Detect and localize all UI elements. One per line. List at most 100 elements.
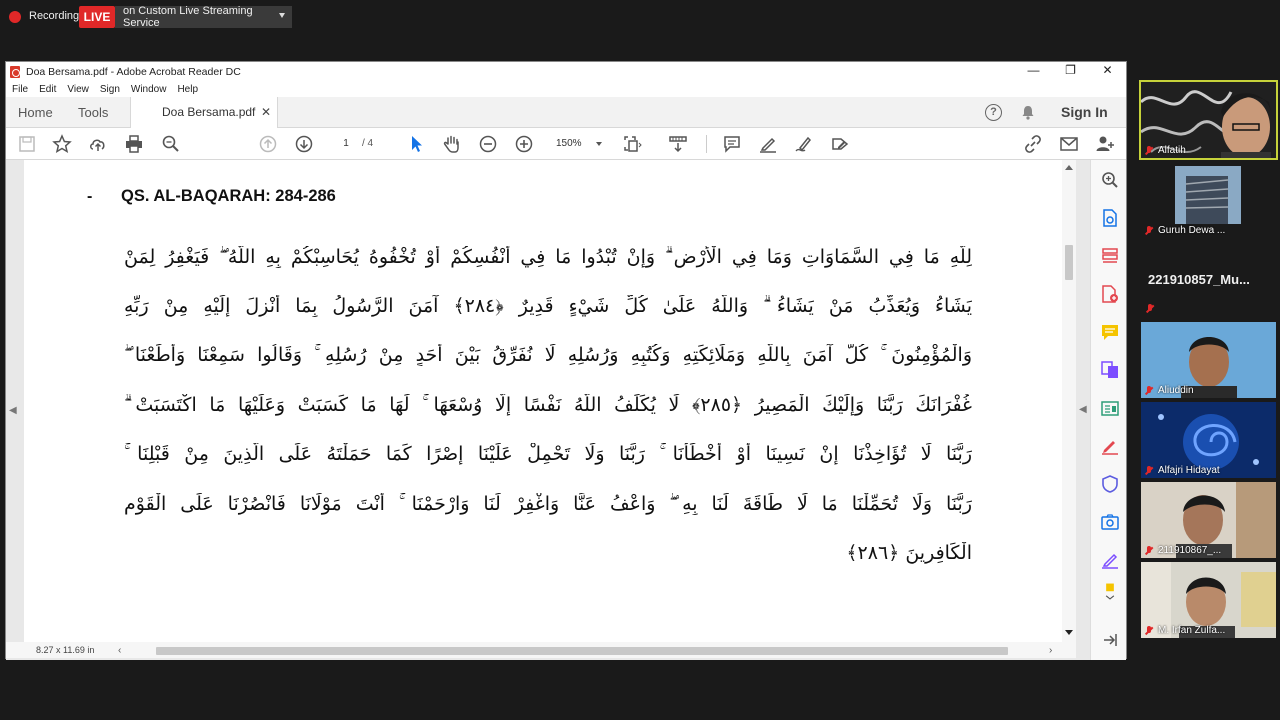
participant-name: Alfatih: [1158, 145, 1186, 156]
page-number-input[interactable]: 1: [331, 134, 361, 154]
highlight-pen-icon[interactable]: [757, 133, 779, 155]
share-link-icon[interactable]: [1022, 133, 1044, 155]
participant-video[interactable]: Aliuddin: [1141, 322, 1276, 398]
surah-heading: QS. AL-BAQARAH: 284-286: [121, 187, 336, 205]
mic-muted-icon: [1145, 225, 1153, 236]
scroll-down-arrow-icon[interactable]: [1065, 630, 1073, 635]
menu-sign[interactable]: Sign: [100, 84, 120, 95]
collapse-panel-icon[interactable]: [1100, 630, 1120, 650]
page-fit-icon[interactable]: [621, 133, 643, 155]
menu-view[interactable]: View: [67, 84, 89, 95]
select-cursor-icon[interactable]: [405, 133, 427, 155]
fill-sign-icon[interactable]: [829, 133, 851, 155]
create-pdf-icon[interactable]: [1100, 284, 1120, 304]
horizontal-scroll-thumb[interactable]: [156, 647, 1008, 655]
fill-and-sign-icon[interactable]: [1100, 436, 1120, 456]
restore-button[interactable]: ❐: [1052, 62, 1089, 81]
add-person-icon[interactable]: [1094, 133, 1116, 155]
live-badge[interactable]: LIVE: [79, 6, 115, 28]
participant-name: 211910867_...: [1158, 545, 1222, 556]
toolbar-divider: [706, 135, 707, 153]
arabic-line: الْكَافِرِينَ ﴿٢٨٦﴾: [846, 542, 972, 564]
send-for-review-icon[interactable]: [1100, 512, 1120, 532]
acrobat-pdf-icon: [10, 65, 20, 78]
mic-muted-icon: [1145, 465, 1153, 476]
arabic-line: غُفْرَانَكَ رَبَّنَا وَإِلَيْكَ الْمَصِي…: [124, 394, 972, 416]
menu-help[interactable]: Help: [177, 84, 198, 95]
document-viewport[interactable]: ◀ - QS. AL-BAQARAH: 284-286 لِلَّهِ مَا …: [6, 160, 1090, 660]
previous-page-icon[interactable]: [257, 133, 279, 155]
close-tab-icon[interactable]: ✕: [261, 97, 271, 128]
scroll-left-arrow-icon[interactable]: ‹: [118, 645, 121, 656]
tab-document[interactable]: Doa Bersama.pdf ✕: [130, 97, 278, 129]
menu-edit[interactable]: Edit: [39, 84, 56, 95]
export-pdf-icon[interactable]: [1100, 208, 1120, 228]
mic-muted-icon: [1146, 304, 1154, 314]
menu-bar: File Edit View Sign Window Help: [6, 81, 1126, 97]
horizontal-scrollbar[interactable]: 8.27 x 11.69 in ‹ ›: [6, 642, 1076, 658]
tab-tools[interactable]: Tools: [78, 97, 108, 128]
print-icon[interactable]: [123, 133, 145, 155]
arabic-line: رَبَّنَا وَلَا تُحَمِّلْنَا مَا لَا طَاق…: [124, 493, 972, 515]
participant-video[interactable]: 211910867_...: [1141, 482, 1276, 558]
more-tools-icon[interactable]: [1100, 582, 1120, 608]
hand-tool-icon[interactable]: [441, 133, 463, 155]
tab-document-label: Doa Bersama.pdf: [162, 105, 256, 119]
cloud-upload-icon[interactable]: [87, 133, 109, 155]
zoom-level-select[interactable]: 150%: [552, 134, 604, 154]
minimize-button[interactable]: —: [1015, 62, 1052, 81]
zoom-in-icon[interactable]: [513, 133, 535, 155]
page-size-label: 8.27 x 11.69 in: [36, 645, 95, 655]
pdf-page: - QS. AL-BAQARAH: 284-286 لِلَّهِ مَا فِ…: [24, 160, 1062, 642]
participant-name: M. Irfan Zulfa...: [1158, 625, 1226, 636]
edit-pdf-icon[interactable]: [1100, 398, 1120, 418]
sign-in-button[interactable]: Sign In: [1061, 97, 1108, 128]
scroll-up-arrow-icon[interactable]: [1065, 165, 1073, 170]
participant-name: Aliuddin: [1158, 385, 1194, 396]
save-icon[interactable]: [16, 133, 38, 155]
participant-video[interactable]: Alfajri Hidayat: [1141, 402, 1276, 478]
protect-shield-icon[interactable]: [1100, 474, 1120, 494]
scroll-right-arrow-icon[interactable]: ›: [1049, 645, 1052, 656]
tab-home[interactable]: Home: [18, 97, 53, 128]
zoom-out-icon[interactable]: [477, 133, 499, 155]
tab-bar: Home Tools Doa Bersama.pdf ✕ ? Sign In: [6, 97, 1126, 129]
participant-video[interactable]: Guruh Dewa ...: [1141, 162, 1276, 238]
arabic-line: رَبَّنَا لَا تُؤَاخِذْنَا إِنْ نَسِينَا …: [124, 443, 972, 465]
title-bar: Doa Bersama.pdf - Adobe Acrobat Reader D…: [6, 62, 1126, 81]
vertical-scroll-thumb[interactable]: [1065, 245, 1073, 280]
scroll-mode-icon[interactable]: [667, 133, 689, 155]
main-toolbar: 1 / 4 150%: [6, 128, 1126, 160]
comment-icon[interactable]: [721, 133, 743, 155]
vertical-scrollbar[interactable]: [1062, 160, 1076, 642]
mic-muted-icon: [1145, 625, 1153, 636]
chevron-down-icon: [596, 142, 602, 146]
arabic-line: يَشَاءُ وَيُعَذِّبُ مَنْ يَشَاءُ ۗ وَالل…: [124, 295, 972, 317]
bookmark-star-icon[interactable]: [51, 133, 73, 155]
participant-name-tag: M. Irfan Zulfa...: [1145, 625, 1225, 636]
mic-muted-icon: [1145, 145, 1153, 156]
participant-name-tag: Aliuddin: [1145, 385, 1194, 396]
stream-service-select[interactable]: on Custom Live Streaming Service: [115, 5, 292, 29]
participant-video-active[interactable]: Alfatih: [1139, 80, 1278, 160]
help-icon[interactable]: ?: [985, 104, 1002, 121]
draw-freehand-icon[interactable]: [793, 133, 815, 155]
zoom-search-icon[interactable]: [160, 133, 182, 155]
menu-window[interactable]: Window: [131, 84, 167, 95]
participant-name-no-video[interactable]: 221910857_Mu...: [1148, 272, 1250, 287]
bell-icon[interactable]: [1021, 105, 1035, 120]
request-signature-icon[interactable]: [1100, 550, 1120, 570]
next-page-icon[interactable]: [293, 133, 315, 155]
zoom-tool-icon[interactable]: [1100, 170, 1120, 190]
organize-pages-icon[interactable]: [1100, 246, 1120, 266]
collapse-right-panel-icon[interactable]: ◀: [1079, 404, 1087, 415]
participant-video[interactable]: M. Irfan Zulfa...: [1141, 562, 1276, 638]
menu-file[interactable]: File: [12, 84, 28, 95]
collapse-left-panel-icon[interactable]: ◀: [9, 405, 17, 416]
participant-name: Alfajri Hidayat: [1158, 465, 1220, 476]
page-total-label: / 4: [362, 138, 374, 149]
email-icon[interactable]: [1058, 133, 1080, 155]
combine-files-icon[interactable]: [1100, 360, 1120, 380]
close-window-button[interactable]: ✕: [1089, 62, 1126, 81]
comment-tool-icon[interactable]: [1100, 322, 1120, 342]
